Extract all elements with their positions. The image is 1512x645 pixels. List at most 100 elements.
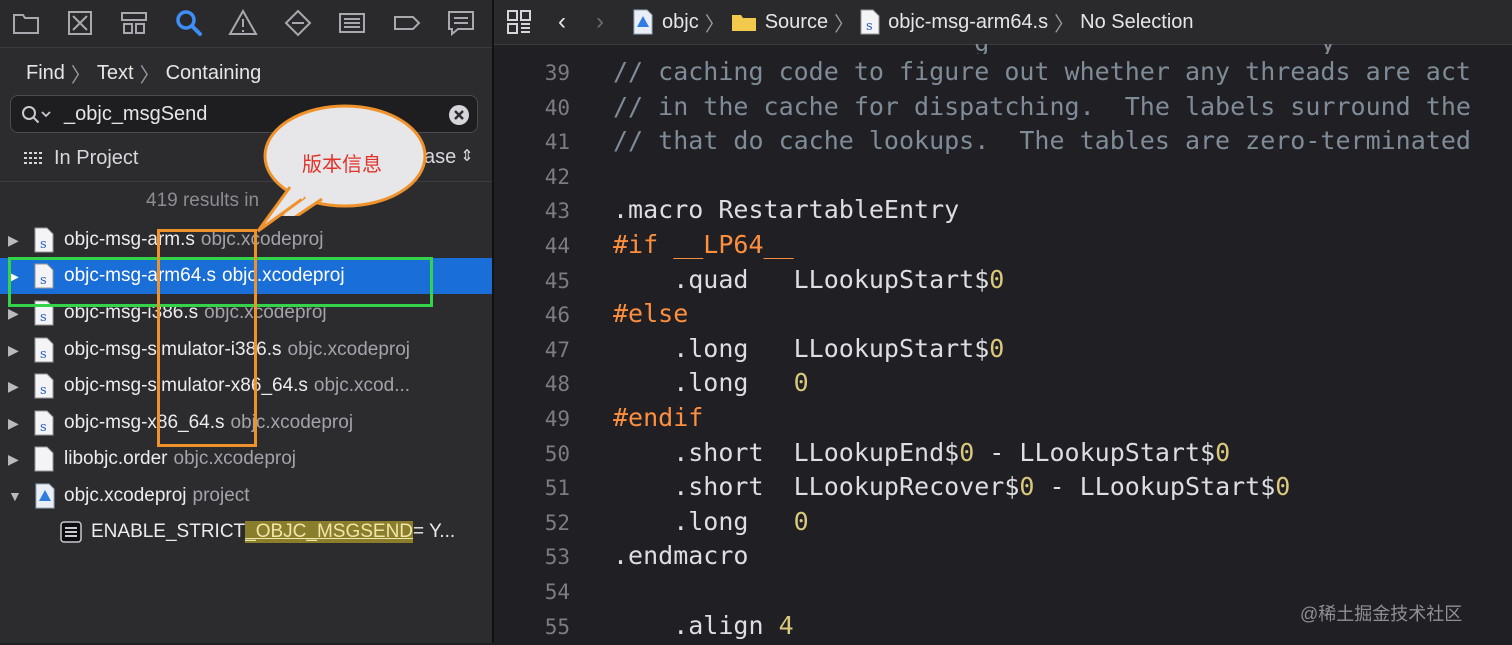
code-line: 42 — [494, 161, 1512, 195]
breakpoint-icon[interactable] — [391, 7, 423, 39]
line-number: 49 — [544, 407, 570, 431]
line-number: 43 — [544, 199, 570, 224]
search-query[interactable]: _objc_msgSend — [64, 103, 207, 126]
code-line: 52 .long 0 — [494, 507, 1512, 541]
disclosure-closed-icon[interactable]: ▶ — [8, 305, 22, 322]
code-text: // in the cache for dispatching. The lab… — [613, 91, 1471, 121]
find-match-style[interactable]: Containing — [166, 62, 262, 85]
svg-text:s: s — [866, 19, 873, 34]
code-line: 41 // that do cache lookups. The tables a… — [494, 126, 1512, 160]
disclosure-closed-icon[interactable]: ▶ — [8, 378, 22, 395]
code-line: 47 .long LLookupStart$0 — [494, 334, 1512, 368]
code-line: 40 // in the cache for dispatching. The l… — [494, 92, 1512, 126]
result-row[interactable]: ▼ objc.xcodeproj project — [0, 478, 492, 514]
chevron-right-icon: 〉 — [70, 64, 91, 87]
result-project-name: objc.xcodeproj — [173, 448, 297, 469]
warning-icon[interactable] — [227, 7, 259, 39]
assembly-file-icon: s — [34, 337, 54, 363]
search-icon[interactable] — [173, 7, 205, 39]
line-number: 46 — [544, 303, 570, 328]
code-text: #else — [613, 299, 689, 329]
code-line: 43 .macro RestartableEntry — [494, 195, 1512, 229]
setting-result-row[interactable]: ENABLE_STRICT _OBJC_MSGSEND = Y... — [0, 514, 492, 550]
code-text: .short LLookupRecover$0 - LLookupStart$0 — [613, 472, 1291, 502]
code-text: // that do cache lookups. The tables are… — [613, 126, 1471, 156]
line-number: 42 — [544, 164, 570, 189]
up-down-chevron-icon: ⇕ — [460, 148, 474, 165]
code-line: 45 .quad LLookupStart$0 — [494, 265, 1512, 299]
chevron-right-icon: 〉 — [139, 64, 160, 87]
bubble-tail — [256, 186, 306, 233]
code-text: .long LLookupStart$0 — [613, 333, 1005, 363]
result-project-name: objc.xcod... — [313, 375, 411, 396]
code-text: .endmacro — [613, 541, 749, 571]
svg-text:s: s — [40, 347, 47, 362]
setting-suffix: = Y... — [413, 521, 456, 542]
jump-file[interactable]: s objc-msg-arm64.s — [860, 9, 1048, 35]
disclosure-closed-icon[interactable]: ▶ — [8, 342, 22, 359]
code-line: 44 #if __LP64__ — [494, 230, 1512, 264]
chevron-right-icon: 〉 — [704, 13, 725, 36]
source-control-icon[interactable] — [64, 7, 96, 39]
xcodeproj-icon — [34, 483, 55, 509]
jump-project[interactable]: objc — [632, 9, 699, 35]
svg-text:s: s — [40, 383, 47, 398]
line-number: 52 — [544, 510, 570, 535]
clear-search-icon[interactable] — [448, 104, 470, 126]
line-number: 41 — [544, 130, 570, 155]
line-number: 39 — [544, 61, 570, 85]
disclosure-closed-icon[interactable]: ▶ — [8, 415, 22, 432]
disclosure-closed-icon[interactable]: ▶ — [8, 232, 22, 249]
search-scope[interactable]: In Project — [22, 142, 138, 174]
assembly-file-icon: s — [34, 373, 54, 399]
svg-text:s: s — [40, 237, 47, 252]
back-chevron-icon[interactable]: ‹ — [558, 8, 566, 36]
find-type[interactable]: Text — [97, 62, 134, 85]
setting-prefix: ENABLE_STRICT — [91, 521, 246, 542]
line-number: 55 — [544, 614, 570, 639]
jump-symbol[interactable]: No Selection — [1080, 11, 1193, 34]
xcodeproj-icon — [632, 9, 654, 35]
code-line: 39 // caching code to figure out whether … — [494, 57, 1512, 91]
disclosure-open-icon[interactable]: ▼ — [8, 488, 22, 504]
find-mode[interactable]: Find — [26, 62, 65, 85]
code-text: #if __LP64__ — [613, 230, 794, 259]
code-text: .short LLookupEnd$0 - LLookupStart$0 — [613, 437, 1231, 467]
code-text: // caching code to figure out whether an… — [613, 57, 1471, 86]
forward-chevron-icon[interactable]: › — [596, 8, 604, 36]
svg-text:s: s — [40, 310, 47, 325]
highlight-box-orange — [157, 229, 257, 447]
jump-folder[interactable]: Source — [731, 11, 828, 34]
find-breadcrumb[interactable]: Find 〉 Text 〉 Containing — [26, 58, 261, 88]
folder-icon — [731, 12, 757, 32]
document-icon — [34, 446, 54, 472]
code-text: .align 4 — [613, 610, 794, 640]
code-line: 51 .short LLookupRecover$0 - LLookupStar… — [494, 472, 1512, 506]
line-number: 48 — [544, 372, 570, 397]
scope-list-icon — [22, 149, 46, 167]
search-options-icon[interactable] — [20, 104, 54, 126]
line-number: 47 — [544, 337, 570, 362]
code-line: 46 #else — [494, 299, 1512, 333]
assembly-file-icon: s — [34, 410, 54, 436]
line-number: 40 — [544, 95, 570, 120]
test-navigator-icon[interactable] — [282, 7, 314, 39]
report-icon[interactable] — [445, 7, 477, 39]
navigator-toolbar — [0, 0, 492, 48]
scope-label[interactable]: In Project — [54, 147, 138, 170]
code-text: .macro RestartableEntry — [613, 195, 960, 225]
svg-text:s: s — [40, 420, 47, 435]
result-file-name: libobjc.order — [64, 448, 168, 469]
assembly-file-icon: s — [34, 227, 54, 253]
result-file-name: objc.xcodeproj — [64, 485, 187, 506]
chevron-right-icon: 〉 — [834, 13, 855, 36]
disclosure-closed-icon[interactable]: ▶ — [8, 451, 22, 468]
related-items-icon[interactable] — [506, 9, 532, 35]
search-match-highlight: _OBJC_MSGSEND — [245, 521, 414, 543]
debug-navigator-icon[interactable] — [336, 7, 368, 39]
case-option[interactable]: ase ⇕ — [424, 146, 474, 169]
result-project-name: project — [192, 485, 250, 506]
line-number: 51 — [544, 476, 570, 501]
symbol-navigator-icon[interactable] — [118, 7, 150, 39]
folder-icon[interactable] — [10, 7, 42, 39]
